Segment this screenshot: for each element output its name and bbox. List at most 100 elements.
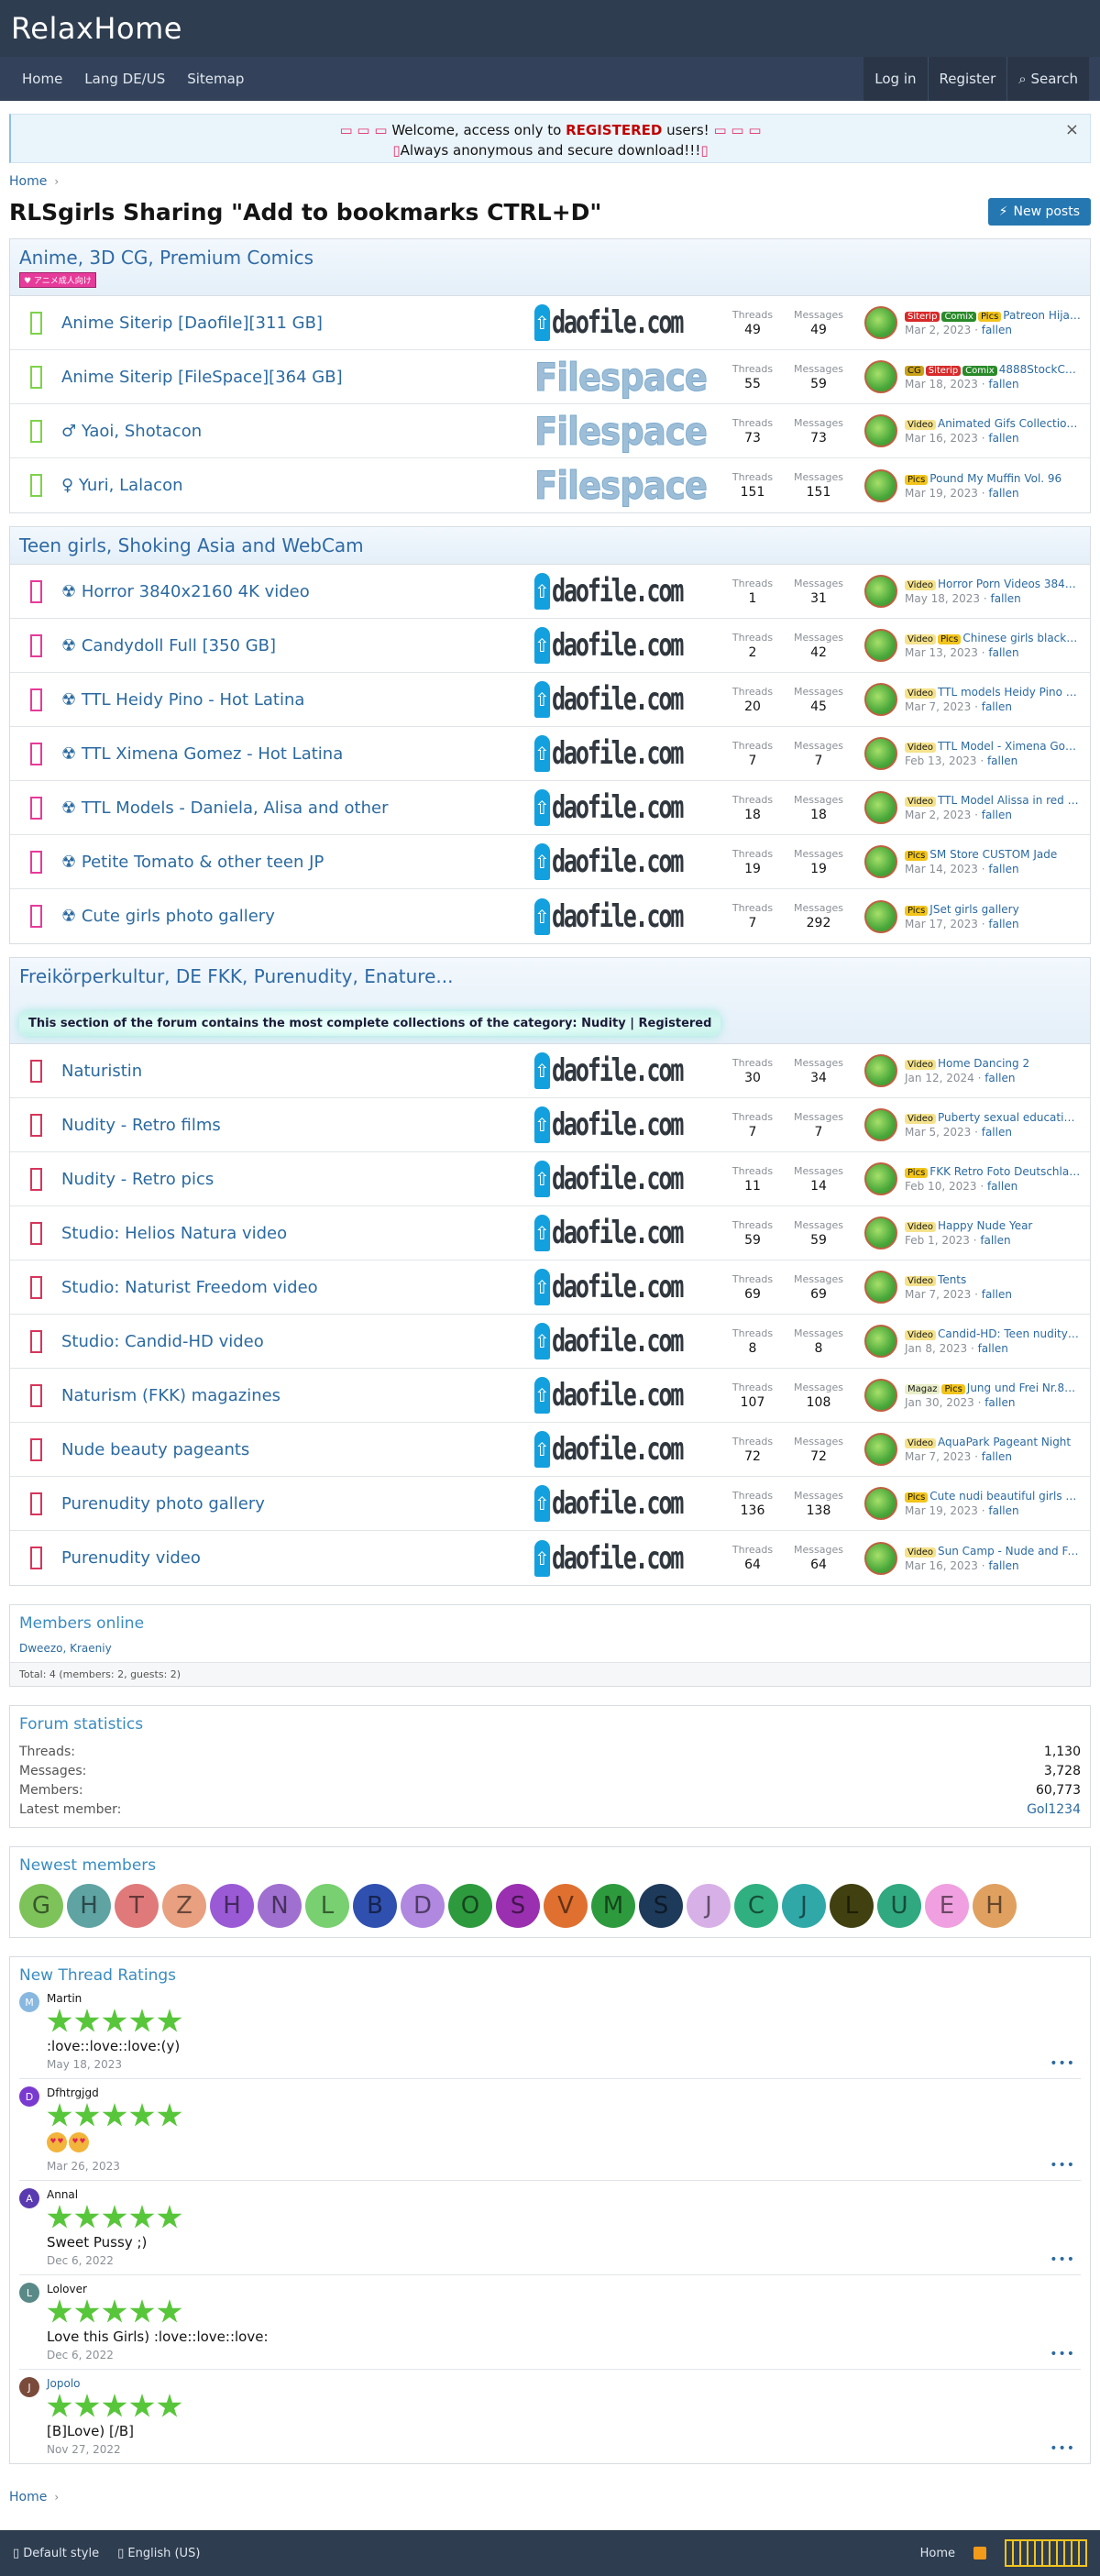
member-avatar[interactable]: D <box>401 1884 445 1928</box>
node-title[interactable]: ♂ Yaoi, Shotacon <box>61 422 534 441</box>
latest-post-title[interactable]: Video Pics Chinese girls blackm... <box>905 632 1081 644</box>
user-avatar[interactable] <box>864 575 897 608</box>
user-avatar[interactable] <box>864 899 897 933</box>
latest-post-user[interactable]: fallen <box>982 1450 1012 1463</box>
more-options-icon[interactable]: ••• <box>1050 2347 1075 2361</box>
node-title[interactable]: ☢ Cute girls photo gallery <box>61 907 534 926</box>
nav-sitemap[interactable]: Sitemap <box>176 57 255 101</box>
member-avatar[interactable]: L <box>830 1884 874 1928</box>
latest-post-title[interactable]: Pics Pound My Muffin Vol. 96 <box>905 472 1081 485</box>
more-options-icon[interactable]: ••• <box>1050 2056 1075 2071</box>
node-title[interactable]: Naturistin <box>61 1062 534 1081</box>
user-avatar[interactable] <box>864 1162 897 1195</box>
latest-post-title[interactable]: Pics JSet girls gallery <box>905 903 1081 916</box>
latest-post-user[interactable]: fallen <box>988 918 1018 930</box>
close-icon[interactable]: × <box>1065 120 1079 140</box>
latest-post-user[interactable]: fallen <box>988 378 1018 391</box>
node-title[interactable]: Nude beauty pageants <box>61 1440 534 1459</box>
hoster-logo[interactable]: Filespace <box>534 408 714 454</box>
member-avatar[interactable]: M <box>591 1884 635 1928</box>
latest-thread-link[interactable]: Horror Porn Videos 3840x2... <box>938 578 1081 590</box>
latest-post-title[interactable]: Video Happy Nude Year <box>905 1219 1081 1232</box>
hoster-logo[interactable]: ⇧ daofile.com <box>534 569 714 613</box>
search-link[interactable]: ⌕ Search <box>1006 57 1089 101</box>
latest-thread-link[interactable]: Tents <box>938 1273 966 1286</box>
latest-post-user[interactable]: fallen <box>982 809 1012 821</box>
user-avatar[interactable] <box>864 306 897 339</box>
latest-post-user[interactable]: fallen <box>988 863 1018 875</box>
hoster-logo[interactable]: ⇧ daofile.com <box>534 1211 714 1255</box>
member-avatar[interactable]: C <box>734 1884 778 1928</box>
footer-breadcrumb-home[interactable]: Home <box>9 2490 47 2504</box>
member-avatar[interactable]: G <box>19 1884 63 1928</box>
member-avatar[interactable]: U <box>877 1884 921 1928</box>
member-avatar[interactable]: H <box>973 1884 1017 1928</box>
user-avatar[interactable] <box>864 1271 897 1304</box>
user-avatar[interactable] <box>864 1216 897 1249</box>
latest-thread-link[interactable]: FKK Retro Foto Deutschland <box>930 1165 1081 1178</box>
category-title[interactable]: Anime, 3D CG, Premium Comics <box>19 247 1081 269</box>
member-avatar[interactable]: N <box>258 1884 302 1928</box>
latest-post-title[interactable]: Siterip Comix Pics Patreon Hijab... <box>905 309 1081 322</box>
member-avatar[interactable]: T <box>115 1884 159 1928</box>
nav-lang[interactable]: Lang DE/US <box>73 57 176 101</box>
hoster-logo[interactable]: ⇧ daofile.com <box>534 840 714 884</box>
register-link[interactable]: Register <box>927 57 1007 101</box>
user-avatar[interactable] <box>864 683 897 716</box>
user-avatar[interactable] <box>864 629 897 662</box>
latest-post-title[interactable]: Video AquaPark Pageant Night <box>905 1436 1081 1448</box>
node-title[interactable]: Studio: Helios Natura video <box>61 1224 534 1243</box>
user-avatar[interactable] <box>864 1541 897 1575</box>
user-avatar[interactable] <box>864 1433 897 1466</box>
latest-post-title[interactable]: VideoTTL Model Alissa in red video <box>905 794 1081 807</box>
category-title[interactable]: Teen girls, Shoking Asia and WebCam <box>19 534 1081 556</box>
node-title[interactable]: Anime Siterip [Daofile][311 GB] <box>61 314 534 333</box>
hoster-logo[interactable]: ⇧ daofile.com <box>534 677 714 721</box>
breadcrumb-home[interactable]: Home <box>9 174 47 189</box>
latest-thread-link[interactable]: Happy Nude Year <box>938 1219 1032 1232</box>
latest-post-user[interactable]: fallen <box>978 1342 1008 1355</box>
hoster-logo[interactable]: ⇧ daofile.com <box>534 1103 714 1147</box>
online-member-links[interactable]: Dweezo, Kraeniy <box>19 1642 112 1655</box>
node-title[interactable]: Studio: Candid-HD video <box>61 1332 534 1351</box>
latest-thread-link[interactable]: TTL Model - Ximena Gome... <box>938 740 1081 753</box>
counter-badge[interactable] <box>1005 2539 1087 2567</box>
user-avatar[interactable] <box>864 360 897 393</box>
latest-thread-link[interactable]: Pound My Muffin Vol. 96 <box>930 472 1062 485</box>
more-options-icon[interactable]: ••• <box>1050 2252 1075 2267</box>
latest-post-user[interactable]: fallen <box>982 1288 1012 1301</box>
node-title[interactable]: ☢ TTL Heidy Pino - Hot Latina <box>61 690 534 710</box>
user-avatar[interactable] <box>864 791 897 824</box>
latest-thread-link[interactable]: TTL models Heidy Pino Cut... <box>938 686 1081 699</box>
node-title[interactable]: ☢ Candydoll Full [350 GB] <box>61 636 534 655</box>
category-title[interactable]: Freikörperkultur, DE FKK, Purenudity, En… <box>19 965 1081 987</box>
latest-post-title[interactable]: Pics Cute nudi beautiful girls nud... <box>905 1490 1081 1503</box>
node-title[interactable]: ☢ Horror 3840x2160 4K video <box>61 582 534 601</box>
node-title[interactable]: Purenudity photo gallery <box>61 1494 534 1514</box>
member-avatar[interactable]: Z <box>162 1884 206 1928</box>
latest-post-user[interactable]: fallen <box>988 1559 1018 1572</box>
user-avatar[interactable] <box>864 1379 897 1412</box>
hoster-logo[interactable]: ⇧ daofile.com <box>534 1427 714 1471</box>
user-avatar[interactable] <box>864 414 897 447</box>
rss-icon[interactable] <box>974 2547 986 2559</box>
rater-avatar[interactable]: D <box>19 2086 39 2107</box>
rater-name[interactable]: Martin <box>47 1992 1081 2005</box>
latest-thread-link[interactable]: TTL Model Alissa in red video <box>938 794 1081 807</box>
latest-thread-link[interactable]: Patreon Hijab... <box>1003 309 1081 322</box>
latest-post-user[interactable]: fallen <box>991 592 1021 605</box>
latest-thread-link[interactable]: Jung und Frei Nr.80 -... <box>967 1382 1081 1394</box>
member-avatar[interactable]: S <box>639 1884 683 1928</box>
latest-thread-link[interactable]: Puberty sexual education f... <box>938 1111 1081 1124</box>
node-title[interactable]: ☢ Petite Tomato & other teen JP <box>61 853 534 872</box>
latest-thread-link[interactable]: Cute nudi beautiful girls nud... <box>930 1490 1081 1503</box>
latest-thread-link[interactable]: Home Dancing 2 <box>938 1057 1029 1070</box>
latest-post-user[interactable]: fallen <box>987 1180 1018 1193</box>
hoster-logo[interactable]: ⇧ daofile.com <box>534 1265 714 1309</box>
latest-post-user[interactable]: fallen <box>988 487 1018 500</box>
latest-post-user[interactable]: fallen <box>984 1072 1015 1084</box>
member-avatar[interactable]: O <box>448 1884 492 1928</box>
hoster-logo[interactable]: ⇧ daofile.com <box>534 1157 714 1201</box>
node-title[interactable]: Studio: Naturist Freedom video <box>61 1278 534 1297</box>
rater-avatar[interactable]: M <box>19 1992 39 2012</box>
